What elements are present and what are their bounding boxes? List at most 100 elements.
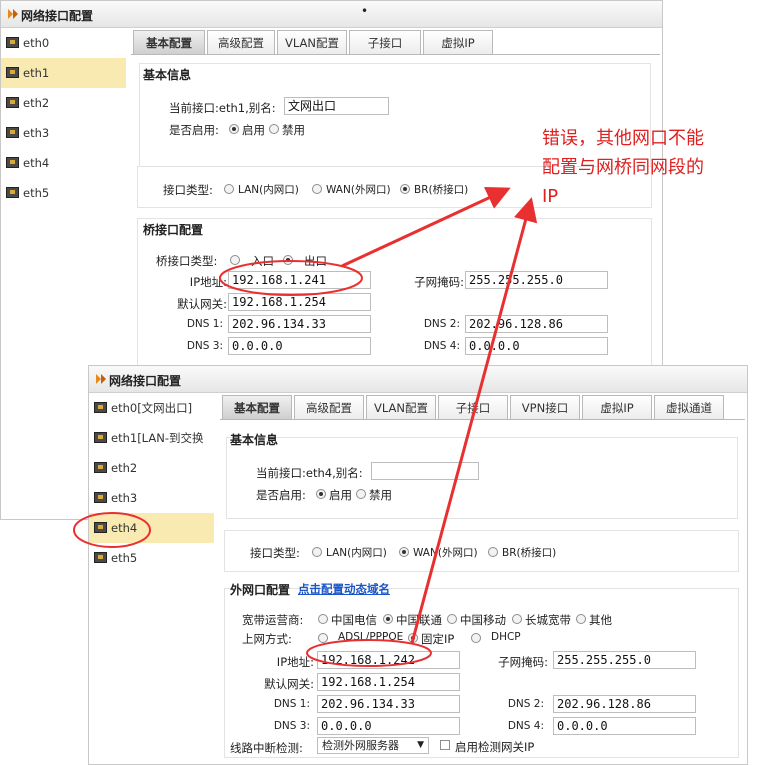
wan-radio[interactable] xyxy=(399,547,409,557)
dns2-input[interactable]: 202.96.128.86 xyxy=(465,315,608,333)
mode-static-label: 固定IP xyxy=(421,632,455,646)
dns1-input[interactable]: 202.96.134.33 xyxy=(317,695,460,713)
br-radio[interactable] xyxy=(400,184,410,194)
ip-input[interactable]: 192.168.1.241 xyxy=(228,271,371,289)
dns1-label: DNS 1: xyxy=(273,698,310,710)
ethernet-port-icon xyxy=(6,37,19,48)
subnet-mask-input[interactable]: 255.255.255.0 xyxy=(553,651,696,669)
sidebar-item-eth4[interactable]: eth4 xyxy=(1,148,126,178)
ddns-config-link[interactable]: 点击配置动态域名 xyxy=(298,581,390,597)
sidebar-item-eth4[interactable]: eth4 xyxy=(89,513,214,543)
network-config-icon xyxy=(8,9,18,19)
config-panel: 基本配置 高级配置 VLAN配置 子接口 VPN接口 虚拟IP 虚拟通道 基本信… xyxy=(220,393,745,764)
alias-input[interactable]: 文网出口 xyxy=(284,97,389,115)
dns4-input[interactable]: 0.0.0.0 xyxy=(465,337,608,355)
tab-advanced[interactable]: 高级配置 xyxy=(294,395,364,419)
dns3-input[interactable]: 0.0.0.0 xyxy=(228,337,371,355)
tab-subinterface[interactable]: 子接口 xyxy=(438,395,508,419)
wan-config-title: 外网口配置 xyxy=(230,583,291,597)
tab-vpn[interactable]: VPN接口 xyxy=(510,395,580,419)
enable-radio[interactable] xyxy=(316,489,326,499)
isp-unicom-radio[interactable] xyxy=(383,614,393,624)
isp-telecom-label: 中国电信 xyxy=(331,613,377,627)
gateway-check-checkbox[interactable] xyxy=(440,740,450,750)
isp-gwbn-label: 长城宽带 xyxy=(525,613,571,627)
line-detect-select[interactable]: 检测外网服务器 ▼ xyxy=(317,737,429,754)
mode-dhcp-radio[interactable] xyxy=(471,633,481,643)
sidebar-item-eth2[interactable]: eth2 xyxy=(89,453,214,483)
isp-other-radio[interactable] xyxy=(576,614,586,624)
sidebar-item-eth1[interactable]: eth1[LAN-到交换 xyxy=(89,423,214,453)
sidebar-item-eth5[interactable]: eth5 xyxy=(1,178,126,208)
line-detect-value: 检测外网服务器 xyxy=(322,739,399,752)
title-dot: • xyxy=(361,4,369,18)
mode-static-radio[interactable] xyxy=(408,633,418,643)
isp-mobile-radio[interactable] xyxy=(447,614,457,624)
bridge-in-radio[interactable] xyxy=(230,255,240,265)
bridge-out-radio[interactable] xyxy=(283,255,293,265)
alias-input[interactable] xyxy=(371,462,479,480)
tab-subinterface[interactable]: 子接口 xyxy=(349,30,421,54)
disable-radio[interactable] xyxy=(269,124,279,134)
lan-radio[interactable] xyxy=(312,547,322,557)
dns4-input[interactable]: 0.0.0.0 xyxy=(553,717,696,735)
ethernet-port-icon xyxy=(6,127,19,138)
gateway-label: 默认网关: xyxy=(177,297,227,311)
ethernet-port-icon xyxy=(94,402,107,413)
ip-input[interactable]: 192.168.1.242 xyxy=(317,651,460,669)
gateway-input[interactable]: 192.168.1.254 xyxy=(228,293,371,311)
isp-telecom-radio[interactable] xyxy=(318,614,328,624)
subnet-mask-label: 子网掩码: xyxy=(498,655,548,669)
dns3-input[interactable]: 0.0.0.0 xyxy=(317,717,460,735)
wan-radio[interactable] xyxy=(312,184,322,194)
gateway-label: 默认网关: xyxy=(264,677,314,691)
br-radio[interactable] xyxy=(488,547,498,557)
ip-label: IP地址: xyxy=(189,275,227,289)
tab-virtual-ip[interactable]: 虚拟IP xyxy=(582,395,652,419)
isp-gwbn-radio[interactable] xyxy=(512,614,522,624)
window-eth4: 网络接口配置 eth0[文网出口] eth1[LAN-到交换 eth2 eth3… xyxy=(88,365,748,765)
tab-virtual-ip[interactable]: 虚拟IP xyxy=(423,30,493,54)
tab-basic[interactable]: 基本配置 xyxy=(133,30,205,54)
interface-type-group xyxy=(224,530,739,572)
tab-vlan[interactable]: VLAN配置 xyxy=(277,30,347,54)
enable-radio[interactable] xyxy=(229,124,239,134)
enable-label: 是否启用: xyxy=(169,123,219,137)
mode-pppoe-radio[interactable] xyxy=(318,633,328,643)
isp-mobile-label: 中国移动 xyxy=(460,613,506,627)
sidebar-item-label: eth5 xyxy=(111,551,138,565)
disable-option-label: 禁用 xyxy=(282,123,305,137)
dns1-input[interactable]: 202.96.134.33 xyxy=(228,315,371,333)
bridge-in-label: 入口 xyxy=(251,254,274,268)
disable-radio[interactable] xyxy=(356,489,366,499)
sidebar-item-eth0[interactable]: eth0 xyxy=(1,28,126,58)
br-option-label: BR(桥接口) xyxy=(502,547,557,559)
dns2-input[interactable]: 202.96.128.86 xyxy=(553,695,696,713)
sidebar-item-eth3[interactable]: eth3 xyxy=(89,483,214,513)
tab-advanced[interactable]: 高级配置 xyxy=(207,30,275,54)
enable-option-label: 启用 xyxy=(329,488,352,502)
window-title: 网络接口配置 xyxy=(109,374,182,388)
sidebar-item-label: eth1 xyxy=(23,66,50,80)
gateway-input[interactable]: 192.168.1.254 xyxy=(317,673,460,691)
sidebar-item-eth3[interactable]: eth3 xyxy=(1,118,126,148)
tab-vlan[interactable]: VLAN配置 xyxy=(366,395,436,419)
interface-type-label: 接口类型: xyxy=(163,183,213,197)
dns2-label: DNS 2: xyxy=(423,318,460,330)
sidebar-item-eth1[interactable]: eth1 xyxy=(1,58,126,88)
sidebar-item-eth0[interactable]: eth0[文网出口] xyxy=(89,393,214,423)
bridge-config-title: 桥接口配置 xyxy=(143,223,204,237)
sidebar-item-label: eth4 xyxy=(23,156,50,170)
lan-radio[interactable] xyxy=(224,184,234,194)
br-option-label: BR(桥接口) xyxy=(414,184,469,196)
tab-basic[interactable]: 基本配置 xyxy=(222,395,292,419)
dns2-label: DNS 2: xyxy=(507,698,544,710)
tab-virtual-channel[interactable]: 虚拟通道 xyxy=(654,395,724,419)
network-config-icon xyxy=(96,374,106,384)
interface-list: eth0[文网出口] eth1[LAN-到交换 eth2 eth3 eth4 e… xyxy=(89,393,214,573)
sidebar-item-eth5[interactable]: eth5 xyxy=(89,543,214,573)
sidebar-item-eth2[interactable]: eth2 xyxy=(1,88,126,118)
enable-label: 是否启用: xyxy=(256,488,306,502)
subnet-mask-input[interactable]: 255.255.255.0 xyxy=(465,271,608,289)
ethernet-port-icon xyxy=(6,67,19,78)
